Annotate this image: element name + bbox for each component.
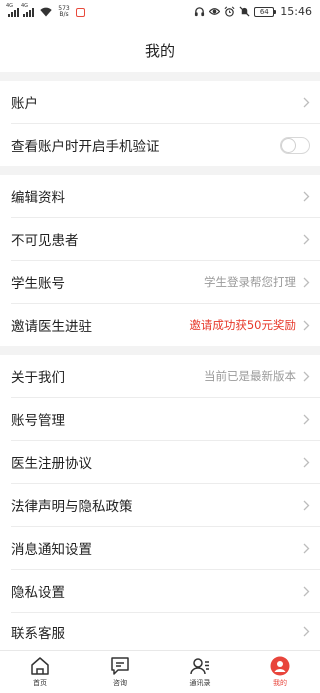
- cell-signal-2-icon: 4G: [21, 3, 34, 17]
- invite-doctor-label: 邀请医生进驻: [11, 319, 92, 335]
- chevron-right-icon: [303, 234, 310, 244]
- legal-privacy-row[interactable]: 法律声明与隐私政策: [0, 484, 320, 526]
- invite-doctor-row[interactable]: 邀请医生进驻 邀请成功获50元奖励: [0, 304, 320, 346]
- tab-mine-label: 我的: [273, 679, 287, 687]
- cell-signal-1-icon: 4G: [6, 3, 19, 17]
- edit-profile-row[interactable]: 编辑资料: [0, 175, 320, 217]
- mute-icon: [239, 6, 250, 17]
- bottom-tab-bar: 首页 咨询 通讯录 我的: [0, 650, 320, 693]
- about-label: 关于我们: [11, 370, 65, 386]
- tab-home-label: 首页: [33, 679, 47, 687]
- net-speed-unit: B/s: [59, 11, 69, 18]
- home-icon: [31, 657, 49, 675]
- chevron-right-icon: [303, 543, 310, 553]
- clock: 15:46: [280, 5, 312, 18]
- chevron-right-icon: [303, 97, 310, 107]
- eye-icon: [209, 8, 221, 15]
- hidden-patients-label: 不可见患者: [11, 233, 79, 249]
- version-status: 当前已是最新版本: [204, 369, 296, 383]
- legal-privacy-label: 法律声明与隐私政策: [11, 499, 133, 515]
- privacy-settings-label: 隐私设置: [11, 585, 65, 601]
- account-label: 账户: [11, 96, 38, 112]
- contacts-icon: [190, 658, 209, 675]
- tab-home[interactable]: 首页: [0, 651, 80, 693]
- status-bar: 4G 4G 573 B/s 64 15:46: [0, 0, 320, 28]
- chevron-right-icon: [303, 320, 310, 330]
- battery-icon: 64: [254, 6, 277, 17]
- chevron-right-icon: [303, 626, 310, 637]
- chevron-right-icon: [303, 277, 310, 287]
- hidden-patients-row[interactable]: 不可见患者: [0, 218, 320, 260]
- alarm-icon: [224, 6, 235, 17]
- status-bar-right: 64 15:46: [194, 5, 312, 18]
- wifi-icon: [40, 7, 52, 17]
- chevron-right-icon: [303, 457, 310, 467]
- phone-verify-toggle[interactable]: [280, 136, 310, 154]
- contact-service-label: 联系客服: [11, 625, 65, 642]
- edit-profile-label: 编辑资料: [11, 190, 65, 206]
- headphones-icon: [195, 7, 205, 17]
- tab-contacts-label: 通讯录: [189, 679, 211, 687]
- section-gap: [0, 166, 320, 175]
- page-header: 我的: [0, 28, 320, 72]
- chevron-right-icon: [303, 371, 310, 381]
- about-row[interactable]: 关于我们 当前已是最新版本: [0, 355, 320, 397]
- profile-icon: [270, 656, 290, 676]
- notification-settings-label: 消息通知设置: [11, 542, 92, 558]
- invite-doctor-reward: 邀请成功获50元奖励: [189, 318, 296, 332]
- page-title: 我的: [144, 41, 175, 60]
- tab-consult-label: 咨询: [113, 679, 127, 687]
- register-agreement-row[interactable]: 医生注册协议: [0, 441, 320, 483]
- status-bar-left: 4G 4G 573 B/s: [6, 3, 85, 18]
- chevron-right-icon: [303, 586, 310, 596]
- register-agreement-label: 医生注册协议: [11, 456, 92, 472]
- net-speed: 573 B/s: [56, 6, 72, 18]
- notification-app-icon: [76, 7, 85, 17]
- tab-consult[interactable]: 咨询: [80, 651, 160, 693]
- phone-verify-label: 查看账户时开启手机验证: [11, 139, 160, 155]
- phone-verify-row: 查看账户时开启手机验证: [0, 124, 320, 166]
- chat-icon: [111, 657, 129, 675]
- chevron-right-icon: [303, 500, 310, 510]
- account-manage-label: 账号管理: [11, 413, 65, 429]
- notification-settings-row[interactable]: 消息通知设置: [0, 527, 320, 569]
- student-account-value: 学生登录帮您打理: [204, 275, 296, 289]
- chevron-right-icon: [303, 191, 310, 201]
- section-gap: [0, 72, 320, 81]
- student-account-row[interactable]: 学生账号 学生登录帮您打理: [0, 261, 320, 303]
- contact-service-row[interactable]: 联系客服: [0, 613, 320, 650]
- chevron-right-icon: [303, 414, 310, 424]
- account-manage-row[interactable]: 账号管理: [0, 398, 320, 440]
- account-row[interactable]: 账户: [0, 81, 320, 123]
- privacy-settings-row[interactable]: 隐私设置: [0, 570, 320, 612]
- toggle-knob: [282, 138, 295, 152]
- section-gap: [0, 346, 320, 355]
- tab-mine[interactable]: 我的: [240, 651, 320, 693]
- tab-contacts[interactable]: 通讯录: [160, 651, 240, 693]
- student-account-label: 学生账号: [11, 276, 65, 292]
